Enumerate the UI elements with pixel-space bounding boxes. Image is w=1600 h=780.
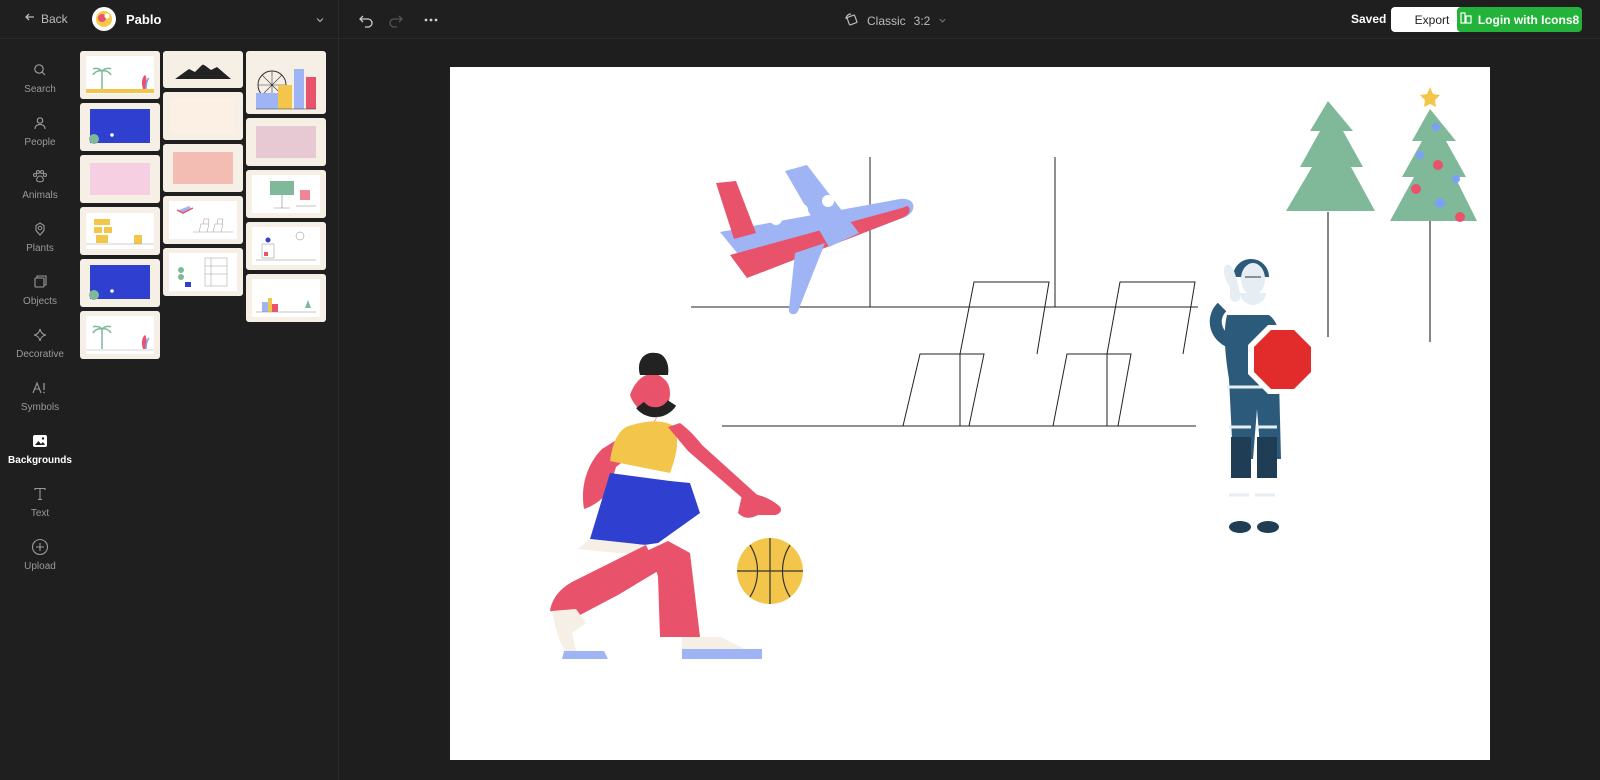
background-thumbnail[interactable] bbox=[246, 222, 326, 270]
login-button[interactable]: Login with Icons8 bbox=[1457, 7, 1582, 32]
login-label: Login with Icons8 bbox=[1477, 12, 1580, 27]
canvas-format-selector[interactable]: Classic 3:2 bbox=[843, 11, 947, 30]
canvas-illustration bbox=[550, 87, 1477, 659]
chevron-down-icon[interactable] bbox=[315, 12, 325, 30]
sidebar-item-label: Animals bbox=[22, 190, 58, 201]
sidebar-item-people[interactable]: People bbox=[0, 113, 80, 163]
background-thumbnail[interactable] bbox=[246, 170, 326, 218]
background-thumbnail[interactable] bbox=[80, 259, 160, 307]
background-thumbnail[interactable] bbox=[246, 51, 326, 114]
sidebar: Search People Animals Plants Objects Dec… bbox=[0, 40, 80, 780]
rotate-canvas-icon bbox=[843, 11, 859, 30]
sidebar-item-label: Upload bbox=[24, 561, 56, 572]
sidebar-item-symbols[interactable]: Symbols bbox=[0, 378, 80, 428]
background-thumbnail[interactable] bbox=[163, 196, 243, 244]
objects-icon bbox=[30, 272, 50, 292]
project-menu[interactable]: Pablo bbox=[92, 7, 161, 31]
search-icon bbox=[30, 60, 50, 80]
sidebar-item-label: People bbox=[24, 137, 56, 148]
airplane-illustration bbox=[716, 165, 914, 315]
background-thumbnail[interactable] bbox=[246, 274, 326, 322]
app-name: Pablo bbox=[126, 11, 162, 27]
symbols-icon bbox=[30, 378, 50, 398]
sidebar-item-label: Symbols bbox=[20, 402, 60, 413]
sidebar-item-backgrounds[interactable]: Backgrounds bbox=[0, 431, 80, 481]
sidebar-item-label: Plants bbox=[26, 243, 54, 254]
plant-icon bbox=[30, 219, 50, 239]
sidebar-item-label: Backgrounds bbox=[8, 455, 72, 466]
sidebar-item-upload[interactable]: Upload bbox=[0, 537, 80, 587]
sidebar-item-search[interactable]: Search bbox=[0, 60, 80, 110]
sidebar-item-decorative[interactable]: Decorative bbox=[0, 325, 80, 375]
sidebar-item-label: Search bbox=[24, 84, 56, 95]
sidebar-item-objects[interactable]: Objects bbox=[0, 272, 80, 322]
sidebar-item-label: Objects bbox=[23, 296, 57, 307]
back-button[interactable]: Back bbox=[24, 11, 68, 26]
background-thumbnail[interactable] bbox=[80, 207, 160, 255]
traffic-officer-illustration bbox=[1209, 259, 1317, 533]
undo-icon[interactable] bbox=[356, 10, 376, 30]
format-ratio: 3:2 bbox=[913, 13, 931, 28]
image-icon bbox=[30, 431, 50, 451]
chevron-down-icon bbox=[938, 14, 947, 28]
basketball-player-illustration bbox=[550, 352, 803, 659]
back-label: Back bbox=[41, 11, 68, 26]
line-art-furniture bbox=[691, 157, 1198, 427]
background-thumbnail[interactable] bbox=[80, 51, 160, 99]
icons8-logo-icon bbox=[1460, 12, 1472, 27]
format-label: Classic bbox=[867, 13, 906, 28]
person-icon bbox=[30, 113, 50, 133]
christmas-trees-illustration bbox=[1286, 87, 1477, 342]
sparkle-icon bbox=[30, 325, 50, 345]
background-thumbnail[interactable] bbox=[80, 103, 160, 151]
sidebar-item-animals[interactable]: Animals bbox=[0, 166, 80, 216]
backgrounds-panel bbox=[80, 40, 338, 780]
background-thumbnail[interactable] bbox=[80, 311, 160, 359]
sidebar-item-text[interactable]: Text bbox=[0, 484, 80, 534]
background-thumbnail[interactable] bbox=[163, 144, 243, 192]
background-thumbnail[interactable] bbox=[163, 92, 243, 140]
design-canvas[interactable] bbox=[450, 67, 1490, 760]
background-thumbnail[interactable] bbox=[163, 248, 243, 296]
background-thumbnail[interactable] bbox=[163, 51, 243, 88]
upload-icon bbox=[30, 537, 50, 557]
background-thumbnail[interactable] bbox=[80, 155, 160, 203]
more-options-icon[interactable] bbox=[421, 10, 441, 30]
sidebar-item-label: Text bbox=[30, 508, 50, 519]
pablo-logo-icon bbox=[92, 7, 116, 31]
top-bar: Back Pablo Classic 3:2 Saved Export Logi… bbox=[0, 0, 1600, 39]
redo-icon[interactable] bbox=[386, 10, 406, 30]
sidebar-item-label: Decorative bbox=[16, 349, 64, 360]
sidebar-item-plants[interactable]: Plants bbox=[0, 219, 80, 269]
save-status: Saved bbox=[1351, 12, 1387, 26]
paw-icon bbox=[30, 166, 50, 186]
background-thumbnail[interactable] bbox=[246, 118, 326, 166]
text-icon bbox=[30, 484, 50, 504]
arrow-left-icon bbox=[24, 11, 36, 26]
